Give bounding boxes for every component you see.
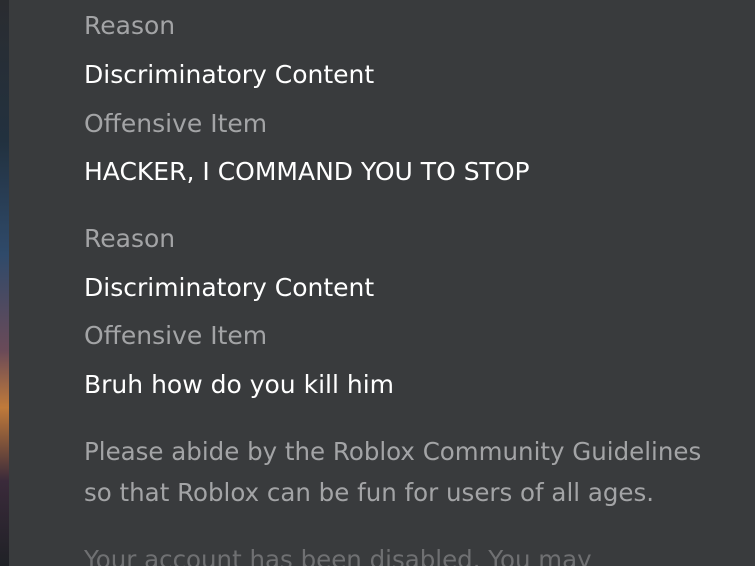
offensive-item-label: Offensive Item <box>84 321 268 350</box>
offensive-item-value: HACKER, I COMMAND YOU TO STOP <box>84 157 530 186</box>
offensive-item-value: Bruh how do you kill him <box>84 370 394 399</box>
reason-label: Reason <box>84 11 176 40</box>
reason-value: Discriminatory Content <box>84 273 375 302</box>
guidelines-note-line-2: so that Roblox can be fun for users of a… <box>84 478 655 507</box>
account-disabled-notice: Your account has been disabled. You may <box>84 545 592 566</box>
moderation-panel: Reason Discriminatory Content Offensive … <box>84 0 755 566</box>
offensive-item-label: Offensive Item <box>84 109 268 138</box>
reason-value: Discriminatory Content <box>84 60 375 89</box>
guidelines-note-line-1: Please abide by the Roblox Community Gui… <box>84 437 702 466</box>
reason-label: Reason <box>84 224 176 253</box>
background-edge <box>0 0 9 566</box>
